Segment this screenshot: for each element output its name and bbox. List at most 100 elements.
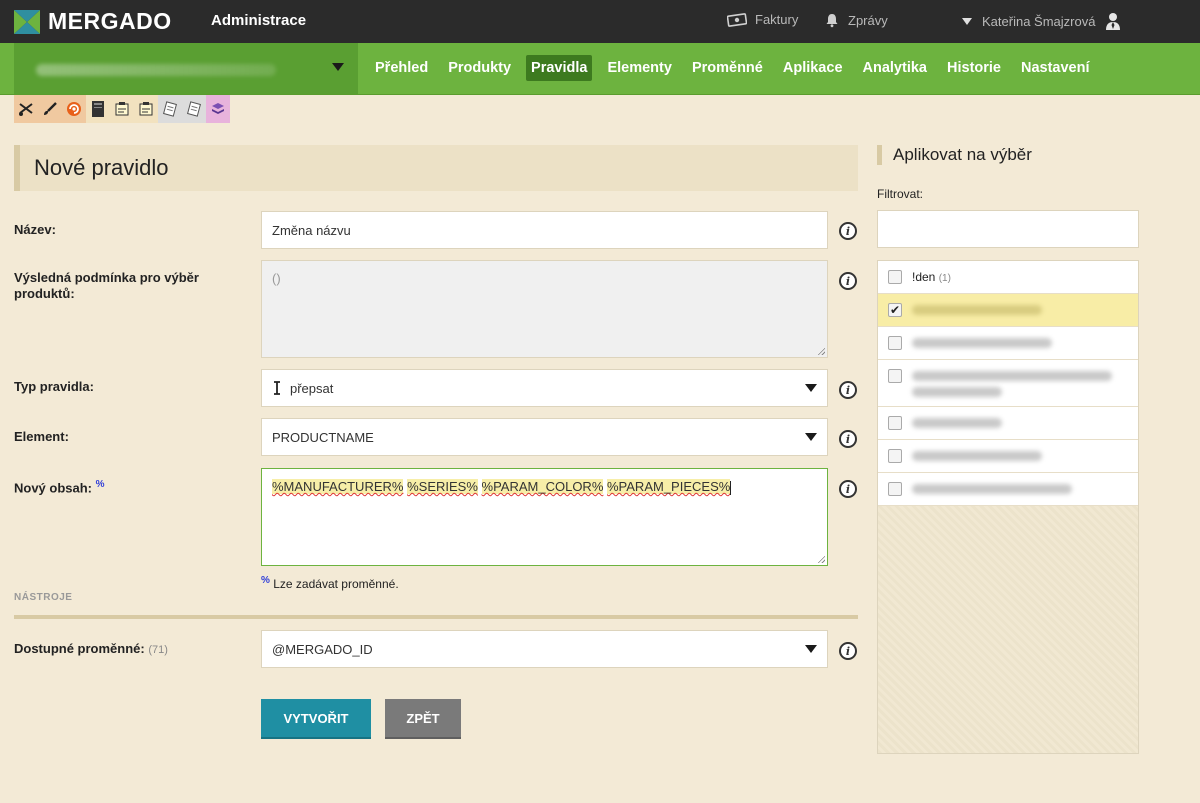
list-item[interactable]	[878, 440, 1138, 473]
checkbox[interactable]	[888, 270, 902, 284]
condition-info-icon[interactable]: i	[839, 272, 857, 290]
list-item[interactable]	[878, 473, 1138, 506]
bell-icon	[826, 14, 838, 28]
invoices-label: Faktury	[755, 12, 799, 27]
nav-item-pravidla[interactable]: Pravidla	[526, 55, 593, 81]
content-textarea[interactable]: %MANUFACTURER% %SERIES% %PARAM_COLOR% %P…	[261, 468, 828, 566]
text-cursor-icon	[274, 381, 280, 395]
book-icon	[92, 101, 104, 117]
resize-handle-icon[interactable]	[817, 347, 825, 355]
section-title[interactable]: Administrace	[211, 12, 306, 29]
mergado-logo[interactable]: MERGADO	[14, 8, 172, 35]
swirl-icon	[67, 102, 81, 116]
filter-input[interactable]	[877, 210, 1139, 248]
list-item[interactable]	[878, 327, 1138, 360]
condition-textarea[interactable]: ()	[261, 260, 828, 358]
note-tool-2[interactable]	[134, 95, 158, 123]
checkbox-checked[interactable]: ✔	[888, 303, 902, 317]
nav-item-nastaveni[interactable]: Nastavení	[1016, 55, 1095, 81]
stack-tool[interactable]	[206, 95, 230, 123]
checkbox[interactable]	[888, 336, 902, 350]
checkbox[interactable]	[888, 482, 902, 496]
panel-title: Aplikovat na výběr	[877, 145, 1139, 165]
variable-token: %MANUFACTURER%	[272, 479, 404, 494]
redacted-line	[912, 387, 1002, 397]
section-divider	[14, 615, 858, 619]
list-item[interactable]	[878, 360, 1138, 407]
selection-list: !den (1) ✔	[877, 260, 1139, 754]
name-info-icon[interactable]: i	[839, 222, 857, 240]
user-menu[interactable]: Kateřina Šmajzrová	[962, 12, 1121, 30]
scissors-tool[interactable]	[14, 95, 38, 123]
vars-label-text: Dostupné proměnné:	[14, 641, 145, 656]
chevron-down-icon	[962, 17, 972, 25]
nav-item-aplikace[interactable]: Aplikace	[778, 55, 848, 81]
element-select[interactable]: PRODUCTNAME	[261, 418, 828, 456]
text-caret	[730, 480, 732, 495]
brush-tool[interactable]	[38, 95, 62, 123]
user-icon	[1106, 13, 1121, 30]
element-info-icon[interactable]: i	[839, 430, 857, 448]
nav-item-prehled[interactable]: Přehled	[370, 55, 433, 81]
type-select-value: přepsat	[290, 380, 334, 396]
list-item[interactable]	[878, 407, 1138, 440]
name-input[interactable]: Změna názvu	[261, 211, 828, 249]
shop-name-redacted	[36, 64, 276, 76]
main-nav: Přehled Produkty Pravidla Elementy Promě…	[370, 55, 1105, 81]
vars-select[interactable]: @MERGADO_ID	[261, 630, 828, 668]
content-value: %MANUFACTURER% %SERIES% %PARAM_COLOR% %P…	[272, 479, 732, 495]
messages-label: Zprávy	[848, 12, 888, 28]
book-tool[interactable]	[86, 95, 110, 123]
list-item[interactable]: !den (1)	[878, 261, 1138, 294]
variable-token: %PARAM_PIECES%	[607, 479, 731, 494]
vars-select-value: @MERGADO_ID	[272, 641, 373, 657]
top-bar: MERGADO Administrace Faktury Zprávy Kate…	[0, 0, 1200, 43]
variable-token: %PARAM_COLOR%	[481, 479, 604, 494]
create-button[interactable]: VYTVOŘIT	[261, 699, 371, 739]
filter-label: Filtrovat:	[877, 187, 924, 201]
resize-handle-icon[interactable]	[817, 555, 825, 563]
page-title: Nové pravidlo	[14, 145, 858, 191]
sheet-tool-1[interactable]	[158, 95, 182, 123]
element-select-value: PRODUCTNAME	[272, 429, 374, 445]
type-select[interactable]: přepsat	[261, 369, 828, 407]
content-info-icon[interactable]: i	[839, 480, 857, 498]
content-label-text: Nový obsah:	[14, 480, 93, 496]
note-icon	[139, 102, 153, 116]
condition-value: ()	[272, 271, 281, 286]
variables-hint: % Lze zadávat proměnné.	[261, 575, 399, 591]
nav-item-elementy[interactable]: Elementy	[602, 55, 676, 81]
nav-item-historie[interactable]: Historie	[942, 55, 1006, 81]
vars-info-icon[interactable]: i	[839, 642, 857, 660]
user-name: Kateřina Šmajzrová	[982, 13, 1096, 29]
invoice-icon	[727, 12, 747, 27]
invoices-link[interactable]: Faktury	[727, 12, 798, 27]
checkbox[interactable]	[888, 449, 902, 463]
redacted-label	[912, 418, 1002, 428]
note-tool-1[interactable]	[110, 95, 134, 123]
messages-link[interactable]: Zprávy	[824, 12, 888, 28]
chevron-down-icon	[805, 433, 817, 441]
vars-count: (71)	[148, 644, 168, 656]
nav-item-produkty[interactable]: Produkty	[443, 55, 516, 81]
shop-select-caret-icon	[332, 63, 344, 71]
back-button[interactable]: ZPĚT	[385, 699, 461, 739]
nav-item-promenne[interactable]: Proměnné	[687, 55, 768, 81]
swirl-tool[interactable]	[62, 95, 86, 123]
stack-icon	[212, 103, 224, 114]
brush-icon	[44, 102, 57, 115]
note-icon	[115, 102, 129, 116]
rule-form: Nové pravidlo	[14, 145, 858, 191]
mergado-logo-icon	[14, 9, 40, 34]
redacted-line	[912, 371, 1112, 381]
type-info-icon[interactable]: i	[839, 381, 857, 399]
checkbox[interactable]	[888, 369, 902, 383]
list-item[interactable]: ✔	[878, 294, 1138, 327]
nav-item-analytika[interactable]: Analytika	[858, 55, 932, 81]
sheet-tool-2[interactable]	[182, 95, 206, 123]
shop-select[interactable]	[14, 43, 358, 94]
variables-marker: %	[261, 575, 270, 586]
checkbox[interactable]	[888, 416, 902, 430]
sheet-icon	[163, 101, 177, 117]
apply-selection-panel: Aplikovat na výběr Filtrovat: !den (1) ✔	[877, 145, 1139, 754]
